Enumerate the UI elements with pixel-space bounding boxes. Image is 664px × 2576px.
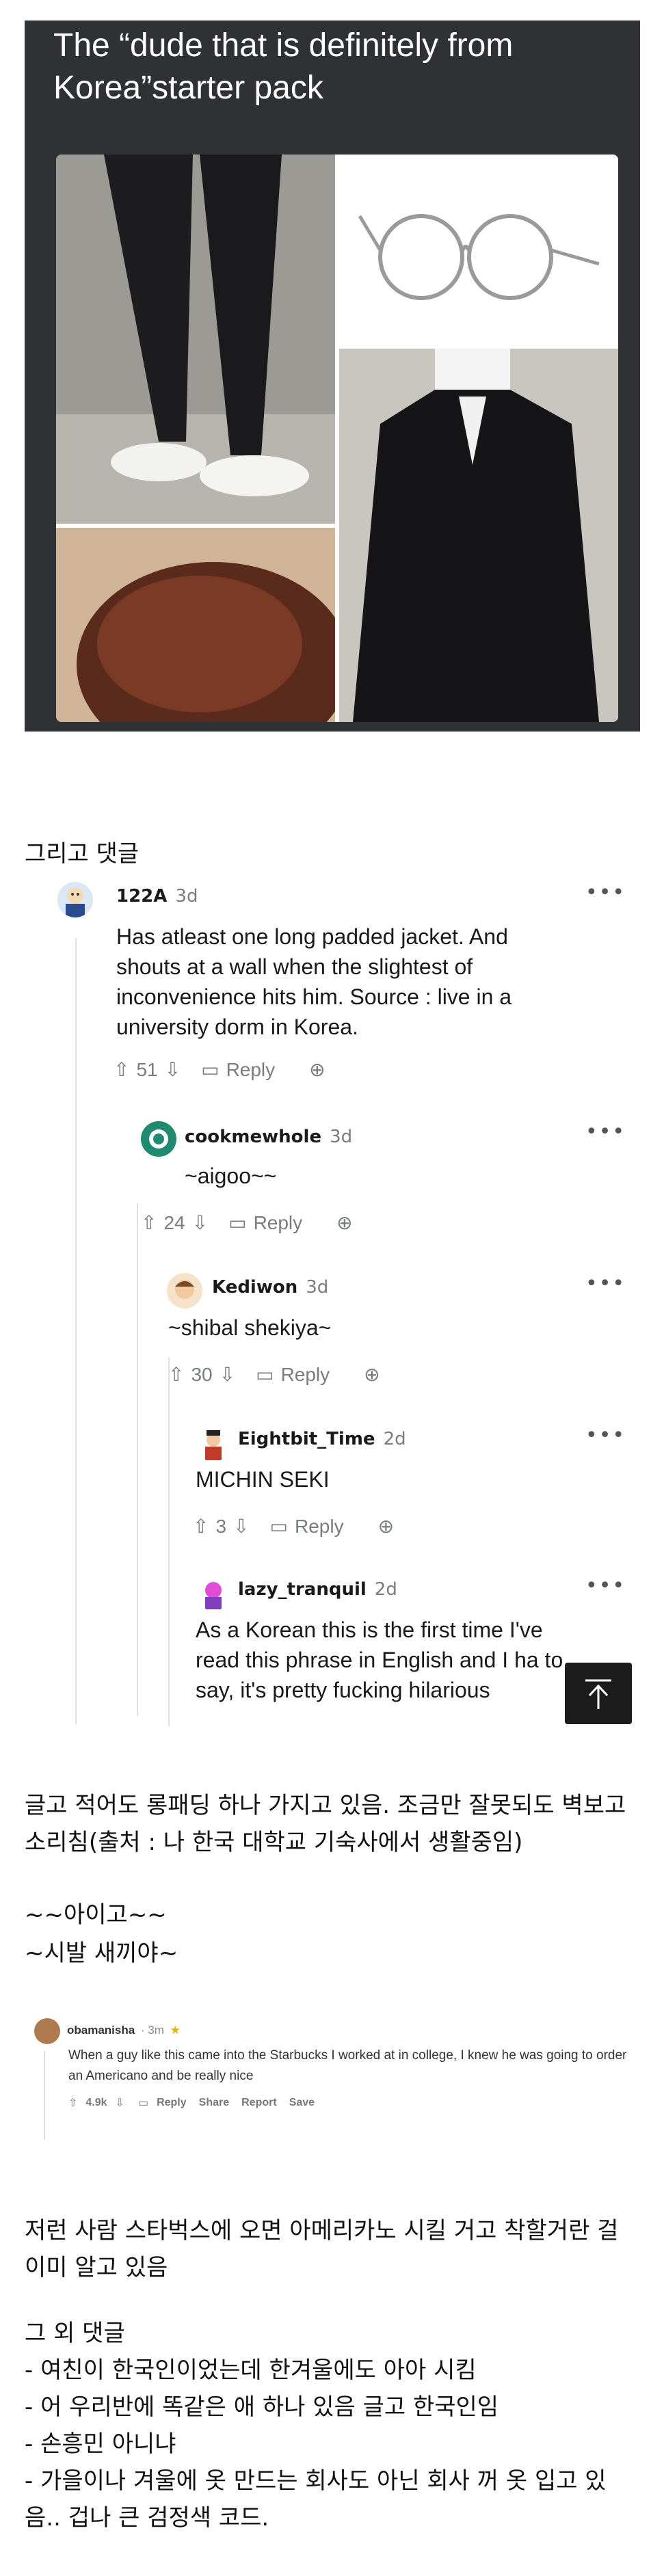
comment-text: Has atleast one long padded jacket. And … [116, 924, 512, 1039]
comment-age: 2d [383, 1429, 406, 1449]
reply-icon: ▭ [137, 2097, 149, 2109]
award-icon[interactable]: ⊕ [378, 1515, 394, 1538]
comment-age: 3d [330, 1127, 353, 1147]
arrow-up-icon [585, 1679, 611, 1709]
comment-username[interactable]: 122A [116, 886, 167, 907]
avatar[interactable] [196, 1575, 231, 1611]
section-heading: 그리고 댓글 [25, 840, 140, 868]
comment-actions: ⇧ 3 ⇩ ▭ Reply ⊕ [193, 1515, 394, 1538]
more-options-icon[interactable]: ••• [585, 881, 626, 904]
upvote-icon[interactable]: ⇧ [114, 1058, 129, 1081]
thread-rail [137, 1203, 138, 1716]
reply-icon[interactable]: ▭ [270, 1515, 288, 1538]
comment-age: 2d [374, 1579, 397, 1600]
vote-count: 3 [215, 1515, 227, 1537]
coat-photo [339, 349, 618, 722]
comment-actions: ⇧ 4.9k ⇩ ▭ Reply Share Report Save [68, 2096, 315, 2110]
award-icon[interactable]: ⊕ [364, 1363, 380, 1386]
meme-title: The “dude that is definitely from Korea”… [53, 27, 514, 106]
meme-image: The “dude that is definitely from Korea”… [25, 21, 640, 732]
comment-actions: ⇧ 30 ⇩ ▭ Reply ⊕ [168, 1363, 380, 1386]
list-item: - 가을이나 겨울에 옷 만드는 회사도 아닌 회사 꺼 옷 입고 있음.. 겁… [25, 2467, 607, 2532]
meme-collage [56, 155, 618, 722]
report-button: Report [241, 2097, 277, 2108]
vote-count: 4.9k [85, 2097, 107, 2108]
reply-button[interactable]: Reply [226, 1059, 276, 1081]
comment-text: MICHIN SEKI [196, 1467, 330, 1492]
vote-count: 24 [163, 1211, 185, 1233]
avatar[interactable] [196, 1426, 231, 1462]
avatar[interactable] [57, 882, 93, 917]
save-button: Save [289, 2097, 315, 2108]
upvote-icon[interactable]: ⇧ [141, 1211, 157, 1234]
translation-paragraph: 글고 적어도 롱패딩 하나 가지고 있음. 조금만 잘못되도 벽보고 소리침(출… [25, 1792, 626, 1856]
comment-text: When a guy like this came into the Starb… [68, 2048, 627, 2083]
upvote-icon[interactable]: ⇧ [168, 1363, 184, 1386]
hair-photo [56, 528, 335, 722]
comment-actions: ⇧ 51 ⇩ ▭ Reply ⊕ [114, 1058, 326, 1081]
comment-age: 3d [175, 886, 198, 907]
comment-username: obamanisha [67, 2024, 135, 2037]
more-options-icon[interactable]: ••• [585, 1272, 626, 1296]
downvote-icon[interactable]: ⇩ [165, 1058, 181, 1081]
reply-icon[interactable]: ▭ [228, 1211, 246, 1234]
reply-button[interactable]: Reply [295, 1516, 344, 1538]
avatar[interactable] [141, 1121, 176, 1157]
more-options-icon[interactable]: ••• [585, 1423, 626, 1447]
comment-text: ~shibal shekiya~ [168, 1315, 332, 1340]
comment-username[interactable]: Eightbit_Time [238, 1429, 375, 1449]
reply-icon[interactable]: ▭ [201, 1058, 219, 1081]
pants-photo [56, 155, 335, 524]
thread-rail [44, 2051, 45, 2140]
others-heading: 그 외 댓글 [25, 2320, 125, 2347]
comment-username[interactable]: cookmewhole [185, 1127, 321, 1147]
more-options-icon[interactable]: ••• [585, 1574, 626, 1598]
downvote-icon[interactable]: ⇩ [233, 1515, 249, 1538]
vote-count: 51 [136, 1058, 158, 1080]
comment-username[interactable]: lazy_tranquil [238, 1579, 367, 1600]
reply-button[interactable]: Reply [254, 1212, 303, 1234]
award-icon[interactable]: ⊕ [309, 1058, 325, 1081]
small-comment-screenshot: obamanisha · 3m ★ When a guy like this c… [27, 2010, 629, 2147]
comment-username[interactable]: Kediwon [212, 1277, 297, 1298]
more-options-icon[interactable]: ••• [585, 1120, 626, 1144]
downvote-icon: ⇩ [115, 2097, 124, 2109]
upvote-icon[interactable]: ⇧ [193, 1515, 209, 1538]
translation-line: ~~아이고~~ [25, 1901, 167, 1929]
vote-count: 30 [191, 1363, 213, 1385]
downvote-icon[interactable]: ⇩ [220, 1363, 235, 1386]
list-item: - 손흥민 아니냐 [25, 2430, 176, 2458]
comment-age: 3d [306, 1277, 329, 1298]
comment-text: As a Korean this is the first time I've … [196, 1618, 563, 1702]
share-button: Share [198, 2097, 230, 2108]
thread-rail [75, 938, 77, 1724]
downvote-icon[interactable]: ⇩ [192, 1211, 208, 1234]
translation-line: ~시발 새끼야~ [25, 1940, 178, 1967]
reply-button[interactable]: Reply [281, 1364, 330, 1386]
upvote-icon: ⇧ [68, 2097, 78, 2109]
award-icon: ★ [170, 2024, 181, 2037]
reply-button: Reply [157, 2097, 187, 2108]
award-icon[interactable]: ⊕ [336, 1211, 352, 1234]
comment-text: ~aigoo~~ [185, 1164, 277, 1188]
translation-paragraph: 저런 사람 스타벅스에 오면 아메리카노 시킬 거고 착할거란 걸 이미 알고 … [25, 2217, 619, 2281]
list-item: - 여친이 한국인이었는데 한겨울에도 아아 시킴 [25, 2357, 477, 2384]
avatar[interactable] [167, 1273, 202, 1309]
thread-rail [168, 1357, 170, 1726]
comment-age: · 3m [140, 2024, 164, 2037]
comment-actions: ⇧ 24 ⇩ ▭ Reply ⊕ [141, 1211, 353, 1234]
avatar [34, 2018, 60, 2044]
reply-icon[interactable]: ▭ [256, 1363, 274, 1386]
list-item: - 어 우리반에 똑같은 애 하나 있음 글고 한국인임 [25, 2393, 499, 2421]
glasses-photo [339, 155, 618, 345]
scroll-to-top-button[interactable] [565, 1663, 632, 1724]
